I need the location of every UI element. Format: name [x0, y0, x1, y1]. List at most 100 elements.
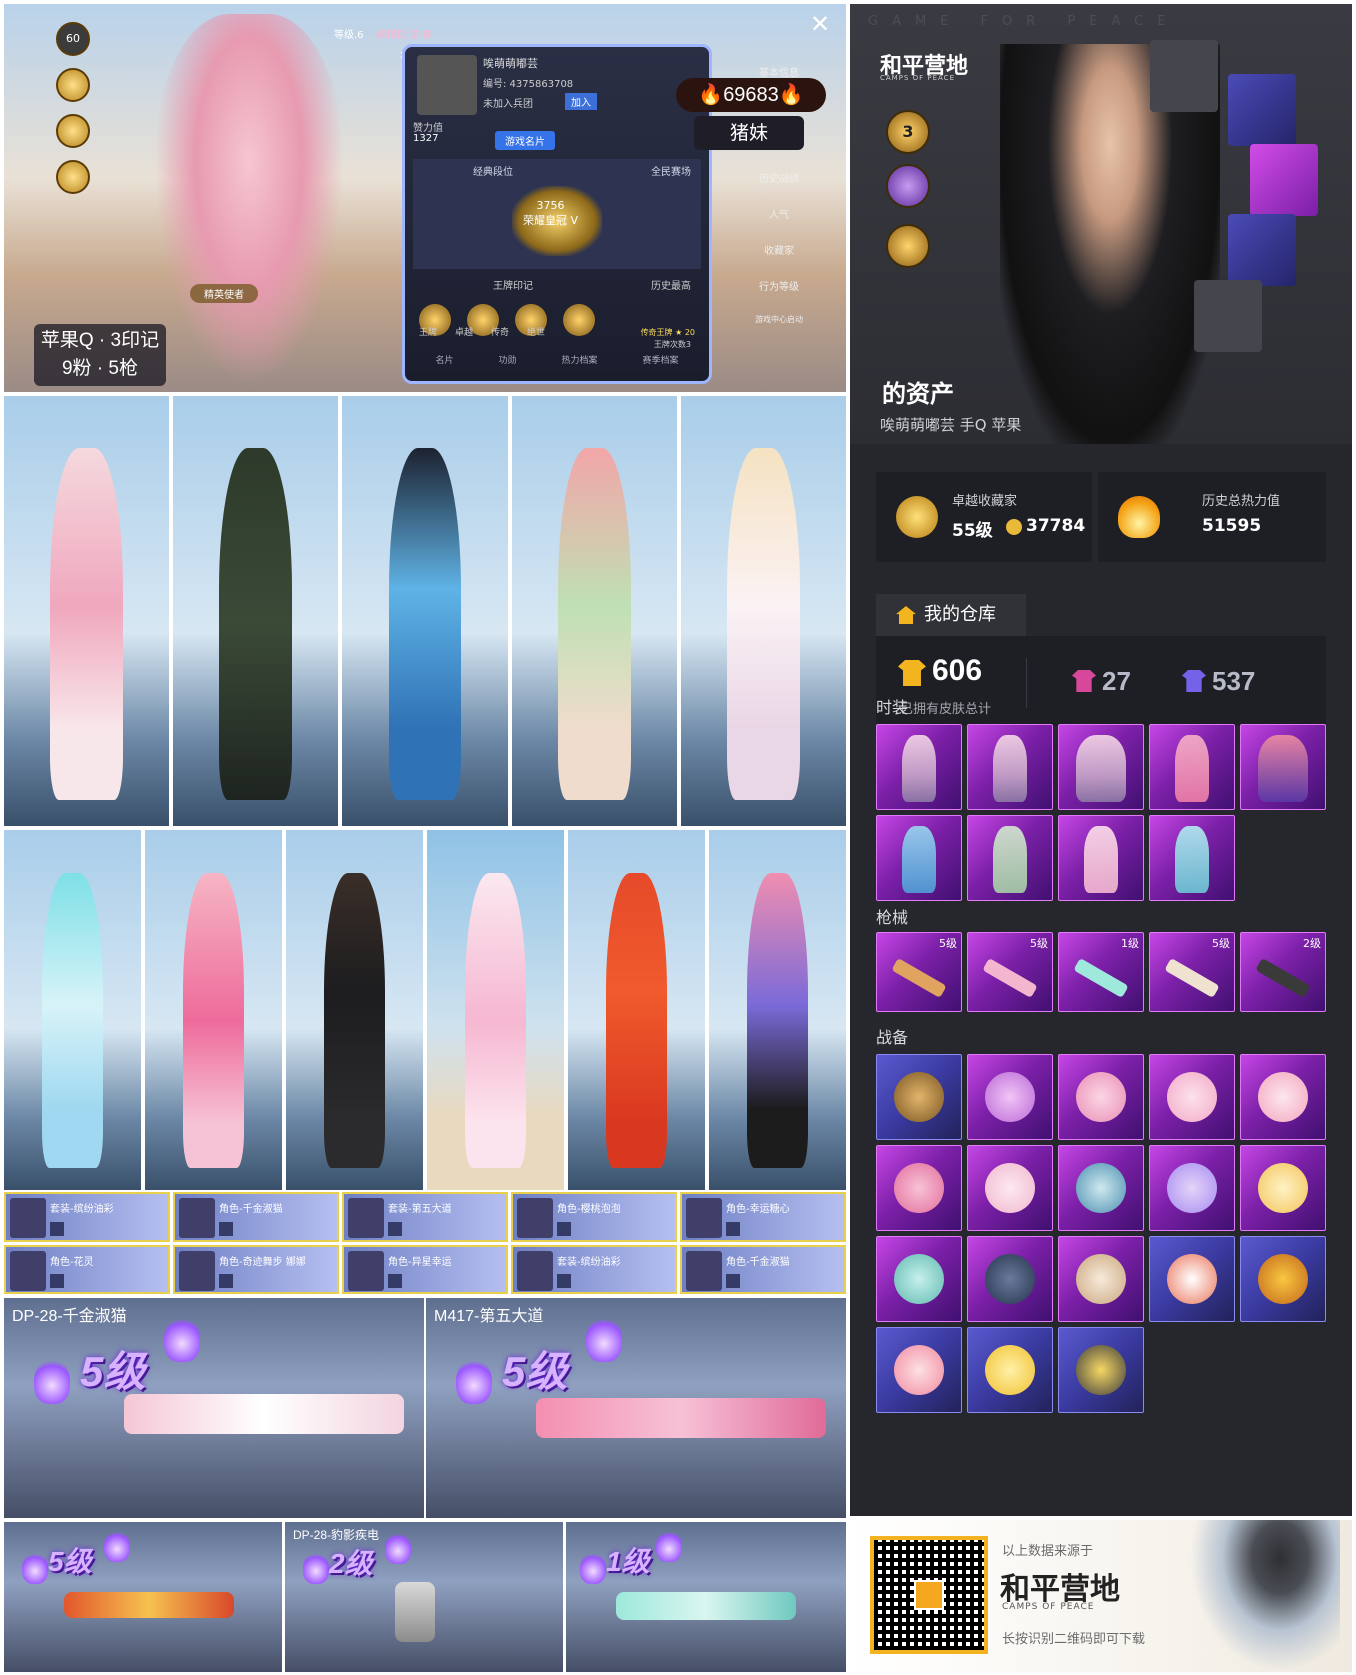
game-center-button[interactable]: 游戏中心启动: [718, 294, 840, 330]
character-tile[interactable]: [286, 830, 423, 1190]
fashion-item[interactable]: [1058, 724, 1144, 810]
history-record-button[interactable]: 历史战绩: [718, 150, 840, 186]
weapon-panel[interactable]: DP-28-千金淑猫 5级: [4, 1298, 424, 1518]
collector-stat: 卓越收藏家 55级 37784: [876, 472, 1092, 562]
weapon-panel[interactable]: 5级: [4, 1522, 282, 1672]
classic-rank-section: 经典段位 全民赛场 3756 荣耀皇冠 V: [413, 159, 701, 269]
collector-button[interactable]: 收藏家: [718, 222, 840, 258]
gun-item[interactable]: 5级: [967, 932, 1053, 1012]
gun-item[interactable]: 2级: [1240, 932, 1326, 1012]
weapon-panel[interactable]: 1级: [566, 1522, 846, 1672]
shirt-slot-icon[interactable]: [1150, 40, 1218, 112]
action-text[interactable]: 解释权 送 你: [376, 26, 432, 41]
character-tile[interactable]: [568, 830, 705, 1190]
character-tile[interactable]: [511, 396, 677, 826]
purple-flame-icon: [104, 1530, 130, 1562]
crab-item-icon[interactable]: [1228, 74, 1296, 146]
mask-item-icon[interactable]: [1250, 144, 1318, 216]
weapon-panel[interactable]: M417-第五大道 5级: [426, 1298, 846, 1518]
medal-badge-icon: [56, 114, 90, 148]
rank-score-value: 3756: [536, 199, 565, 212]
outfit-mini-icon: [557, 1274, 571, 1288]
character-tile[interactable]: [145, 830, 282, 1190]
outfit-chip[interactable]: 角色-千金淑猫: [173, 1192, 339, 1242]
fashion-item[interactable]: [1058, 815, 1144, 901]
outfit-thumbnail: [348, 1198, 384, 1238]
fashion-item[interactable]: [967, 724, 1053, 810]
shirt-purple-icon: [1182, 670, 1206, 692]
outfit-chip[interactable]: 角色-异星幸运: [342, 1244, 508, 1294]
gear-item[interactable]: [876, 1236, 962, 1322]
outfit-chip-label: 套装-缤纷油彩: [50, 1204, 114, 1215]
listing-caption: 苹果Q · 3印记 9粉 · 5枪: [34, 324, 166, 386]
fashion-item[interactable]: [1240, 724, 1326, 810]
gear-item[interactable]: [1058, 1145, 1144, 1231]
gear-item[interactable]: [1240, 1054, 1326, 1140]
gear-item[interactable]: [876, 1054, 962, 1140]
outfit-chip[interactable]: 角色-樱桃泡泡: [511, 1192, 677, 1242]
gear-item[interactable]: [1149, 1145, 1235, 1231]
tab-card[interactable]: 名片: [435, 353, 453, 366]
character-tile[interactable]: [709, 830, 846, 1190]
all-modes-label: 全民赛场: [651, 167, 691, 178]
gear-item[interactable]: [967, 1054, 1053, 1140]
app-icon: [914, 1580, 944, 1610]
basic-info-button[interactable]: 基本信息: [718, 44, 840, 80]
fashion-item[interactable]: [1149, 724, 1235, 810]
outfit-chip[interactable]: 角色-花灵: [4, 1244, 170, 1294]
tab-season[interactable]: 赛季档案: [642, 353, 678, 366]
game-card-button[interactable]: 游戏名片: [495, 131, 555, 150]
gear-item[interactable]: [1240, 1236, 1326, 1322]
gear-item[interactable]: [876, 1327, 962, 1413]
gear-item[interactable]: [967, 1145, 1053, 1231]
gear-item[interactable]: [1058, 1236, 1144, 1322]
join-button[interactable]: 加入: [565, 93, 597, 110]
warehouse-tab[interactable]: 我的仓库: [876, 594, 1026, 636]
outfit-chip[interactable]: 套装-缤纷油彩: [511, 1244, 677, 1294]
popularity-button[interactable]: 人气: [718, 186, 840, 222]
character-tile[interactable]: [427, 830, 564, 1190]
character-figure: [606, 873, 667, 1169]
close-icon[interactable]: ✕: [806, 10, 834, 38]
outfit-chip[interactable]: 角色-奇迹舞步 娜娜: [173, 1244, 339, 1294]
outfit-thumbnail: [179, 1250, 215, 1291]
gear-item[interactable]: [876, 1145, 962, 1231]
gear-item[interactable]: [967, 1236, 1053, 1322]
outfit-chip[interactable]: 角色-千金淑猫: [680, 1244, 846, 1294]
character-tile[interactable]: [4, 830, 141, 1190]
weapon-panel[interactable]: DP-28-豹影疾电 2级: [285, 1522, 563, 1672]
fashion-item[interactable]: [1149, 815, 1235, 901]
fashion-item[interactable]: [967, 815, 1053, 901]
parachute-icon: [984, 1162, 1036, 1214]
outfit-chip[interactable]: 角色-幸运糖心: [680, 1192, 846, 1242]
character-tile[interactable]: [173, 396, 339, 826]
tab-merit[interactable]: 功勋: [498, 353, 516, 366]
gear-item[interactable]: [967, 1327, 1053, 1413]
fashion-grid: [876, 724, 1326, 901]
gear-item[interactable]: [1149, 1054, 1235, 1140]
tab-heat[interactable]: 热力档案: [561, 353, 597, 366]
gear-item[interactable]: [1058, 1054, 1144, 1140]
gun-item[interactable]: 1级: [1058, 932, 1144, 1012]
gear-item[interactable]: [1058, 1327, 1144, 1413]
character-tile[interactable]: [680, 396, 847, 826]
fashion-item[interactable]: [876, 724, 962, 810]
gear-item[interactable]: [1149, 1236, 1235, 1322]
character-tile[interactable]: [4, 396, 170, 826]
character-tile[interactable]: [342, 396, 508, 826]
fashion-item[interactable]: [876, 815, 962, 901]
qr-code[interactable]: [870, 1536, 988, 1654]
behavior-level-button[interactable]: 行为等级: [718, 258, 840, 294]
gear-item[interactable]: [1240, 1145, 1326, 1231]
character-figure: [324, 873, 385, 1169]
outfit-chip[interactable]: 套装-缤纷油彩: [4, 1192, 170, 1242]
gun-item[interactable]: 5级: [1149, 932, 1235, 1012]
outfit-chip[interactable]: 套装-第五大道: [342, 1192, 508, 1242]
character-row-1: [4, 396, 847, 826]
hero-section: GAME FOR PEACE 和平营地 CAMPS OF PEACE 3 的资产…: [850, 4, 1352, 444]
shirt-slot-icon[interactable]: [1194, 280, 1262, 352]
outfit-item-icon[interactable]: [1228, 214, 1296, 286]
trademark-label: 精英使者: [190, 284, 258, 303]
outfit-chip-label: 角色-异星幸运: [388, 1256, 452, 1268]
gun-item[interactable]: 5级: [876, 932, 962, 1012]
